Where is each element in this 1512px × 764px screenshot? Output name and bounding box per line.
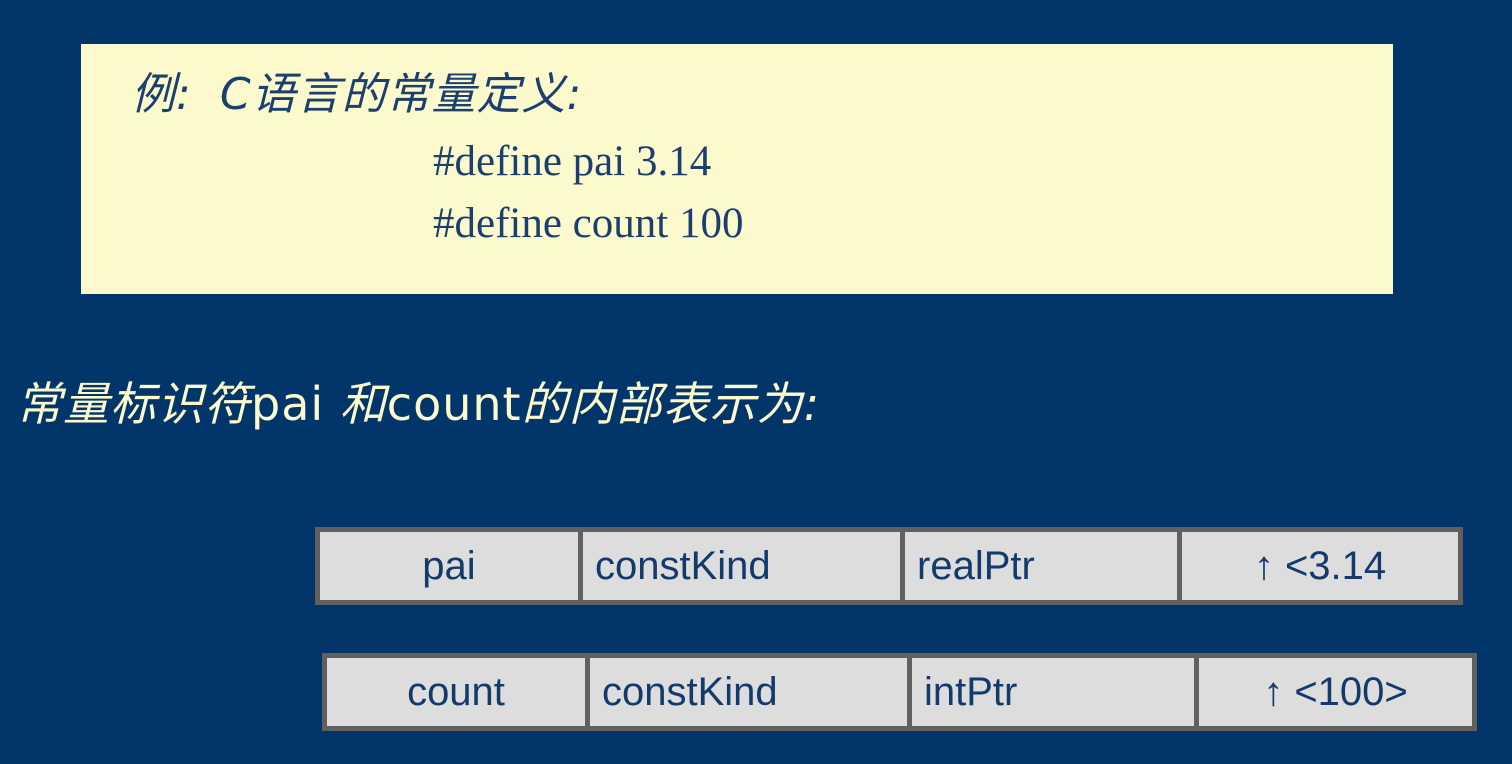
cell-kind: constKind bbox=[583, 532, 900, 600]
example-title-line: 例: C语言的常量定义: bbox=[131, 58, 582, 122]
code-line-1: #define pai 3.14 bbox=[433, 138, 712, 185]
cell-name: count bbox=[327, 658, 585, 726]
heading-identifier-1: pai bbox=[251, 377, 325, 431]
record-table-row-2: count constKind intPtr ↑ <100> bbox=[322, 653, 1477, 731]
cell-pointer: realPtr bbox=[905, 532, 1177, 600]
heading-space bbox=[324, 377, 340, 431]
cell-kind: constKind bbox=[590, 658, 907, 726]
cell-pointer: intPtr bbox=[912, 658, 1194, 726]
heading-middle: 和 bbox=[339, 377, 387, 431]
example-title: C语言的常量定义: bbox=[219, 69, 583, 120]
slide-canvas: 例: C语言的常量定义: #define pai 3.14 #define cou… bbox=[0, 0, 1512, 764]
cell-value: ↑ <100> bbox=[1199, 658, 1472, 726]
heading-identifier-2: count bbox=[386, 377, 522, 431]
cell-value: ↑ <3.14 bbox=[1182, 532, 1458, 600]
heading-line: 常量标识符pai 和count的内部表示为: bbox=[16, 368, 820, 434]
heading-prefix: 常量标识符 bbox=[16, 377, 251, 431]
record-table-row-1: pai constKind realPtr ↑ <3.14 bbox=[315, 527, 1463, 605]
code-line-2: #define count 100 bbox=[433, 200, 744, 247]
heading-suffix: 的内部表示为: bbox=[521, 377, 821, 431]
example-box: 例: C语言的常量定义: #define pai 3.14 #define cou… bbox=[81, 44, 1393, 294]
cell-name: pai bbox=[320, 532, 578, 600]
example-label: 例: bbox=[131, 69, 192, 120]
